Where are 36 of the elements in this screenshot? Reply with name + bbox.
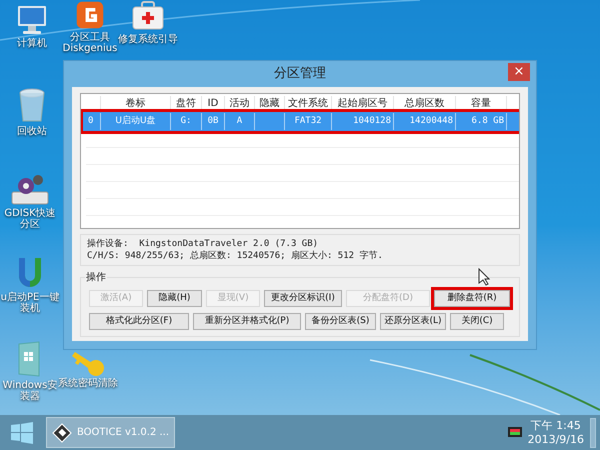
device-info-text: C/H/S: 948/255/63; 总扇区数: 15240576; 扇区大小: 512 字节. xyxy=(87,250,384,262)
action-button[interactable]: 备份分区表(S) xyxy=(305,313,376,330)
desktop-icon-label[interactable]: 分区工具 Diskgenius xyxy=(62,32,118,54)
table-cell: A xyxy=(225,113,255,130)
table-cell: 6.8 GB xyxy=(456,113,507,130)
desktop-icon-label[interactable]: 修复系统引导 xyxy=(118,34,178,45)
action-button[interactable]: 还原分区表(L) xyxy=(380,313,446,330)
action-button[interactable]: 关闭(C) xyxy=(450,313,504,330)
action-button[interactable]: 重新分区并格式化(P) xyxy=(193,313,301,330)
gear-drive-icon xyxy=(10,172,50,206)
partition-tool-icon xyxy=(75,0,105,30)
mouse-cursor-icon xyxy=(478,268,490,286)
action-button[interactable]: 格式化此分区(F) xyxy=(89,313,189,330)
computer-icon xyxy=(15,4,49,36)
device-info-text: 操作设备: KingstonDataTraveler 2.0 (7.3 GB) xyxy=(87,238,320,250)
trash-bin-icon xyxy=(18,88,46,124)
clock-date[interactable]: 2013/9/16 xyxy=(528,432,584,446)
key-icon xyxy=(72,352,104,376)
monitor-icon xyxy=(508,426,522,438)
clock-time[interactable]: 下午 1:45 xyxy=(530,418,581,432)
table-cell: FAT32 xyxy=(285,113,332,130)
close-button[interactable]: × xyxy=(508,63,530,81)
first-aid-kit-icon xyxy=(130,0,166,32)
table-cell: G: xyxy=(171,113,202,130)
table-cell: 1040128 xyxy=(332,113,394,130)
desktop-icon-label[interactable]: 计算机 xyxy=(17,38,47,49)
action-button[interactable]: 更改分区标识(I) xyxy=(264,290,342,307)
table-cell: 0B xyxy=(202,113,225,130)
show-desktop-button[interactable] xyxy=(590,418,596,448)
table-cell: 0 xyxy=(86,113,101,130)
action-button[interactable]: 隐藏(H) xyxy=(147,290,202,307)
table-cell: U启动U盘 xyxy=(101,113,171,130)
window-title: 分区管理 xyxy=(274,65,326,84)
action-button[interactable]: 删除盘符(R) xyxy=(434,290,510,307)
windows-logo-icon xyxy=(11,422,33,444)
table-cell: 14200448 xyxy=(394,113,456,130)
